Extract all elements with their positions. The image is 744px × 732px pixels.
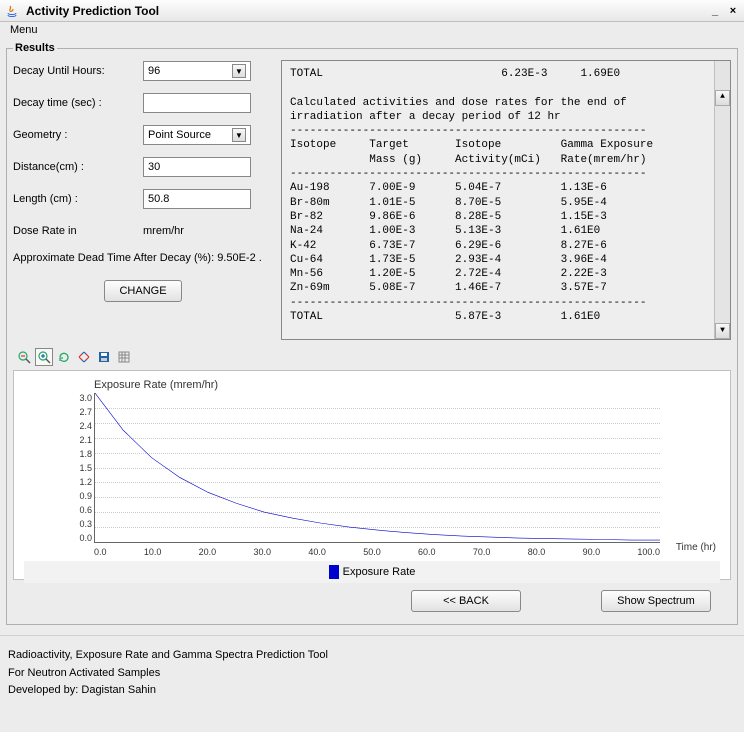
legend-label: Exposure Rate (343, 566, 416, 578)
chevron-down-icon: ▼ (232, 128, 246, 142)
decay-time-label: Decay time (sec) : (13, 97, 143, 109)
x-tick: 70.0 (473, 547, 491, 557)
chart-legend: Exposure Rate (24, 561, 720, 583)
x-tick: 40.0 (308, 547, 326, 557)
y-tick: 3.0 (66, 393, 92, 403)
results-fieldset: Results Decay Until Hours: 96 ▼ Decay ti… (6, 42, 738, 625)
x-tick: 80.0 (528, 547, 546, 557)
row-decay-until: Decay Until Hours: 96 ▼ (13, 60, 273, 82)
output-textarea[interactable]: TOTAL 6.23E-3 1.69E0 Calculated activiti… (281, 60, 731, 340)
output-text: TOTAL 6.23E-3 1.69E0 Calculated activiti… (290, 68, 653, 323)
dead-time-text: Approximate Dead Time After Decay (%): 9… (13, 252, 273, 264)
decay-until-select[interactable]: 96 ▼ (143, 61, 251, 81)
geometry-label: Geometry : (13, 129, 143, 141)
scroll-down-button[interactable]: ▼ (715, 323, 730, 339)
expand-icon[interactable] (75, 348, 93, 366)
x-tick: 90.0 (583, 547, 601, 557)
row-dose-rate: Dose Rate in mrem/hr (13, 220, 273, 242)
chart-area: 3.0 2.7 2.4 2.1 1.8 1.5 1.2 0.9 0.6 0.3 … (94, 393, 660, 543)
window-controls: _ × (708, 4, 740, 18)
y-tick: 0.3 (66, 519, 92, 529)
length-input[interactable] (143, 189, 251, 209)
distance-label: Distance(cm) : (13, 161, 143, 173)
row-length: Length (cm) : (13, 188, 273, 210)
y-tick: 0.6 (66, 505, 92, 515)
zoom-out-icon[interactable] (15, 348, 33, 366)
x-tick: 30.0 (254, 547, 272, 557)
footer-line1: Radioactivity, Exposure Rate and Gamma S… (8, 647, 736, 665)
x-tick: 50.0 (363, 547, 381, 557)
menu-item-menu[interactable]: Menu (6, 22, 42, 38)
y-tick: 2.1 (66, 435, 92, 445)
grid-icon[interactable] (115, 348, 133, 366)
close-button[interactable]: × (726, 4, 740, 18)
row-geometry: Geometry : Point Source ▼ (13, 124, 273, 146)
bottom-buttons: << BACK Show Spectrum (13, 580, 731, 618)
y-tick: 0.9 (66, 491, 92, 501)
decay-time-input[interactable] (143, 93, 251, 113)
decay-until-label: Decay Until Hours: (13, 65, 143, 77)
x-axis-label: Time (hr) (676, 542, 716, 553)
scroll-up-button[interactable]: ▲ (715, 90, 730, 106)
change-row: CHANGE (13, 280, 273, 302)
chart-toolbar (13, 340, 731, 368)
footer: Radioactivity, Exposure Rate and Gamma S… (0, 640, 744, 700)
x-tick: 20.0 (199, 547, 217, 557)
dose-rate-label: Dose Rate in (13, 225, 143, 237)
chevron-down-icon: ▼ (232, 64, 246, 78)
upper-section: Decay Until Hours: 96 ▼ Decay time (sec)… (13, 60, 731, 340)
y-tick: 1.8 (66, 449, 92, 459)
dose-rate-unit: mrem/hr (143, 225, 184, 237)
geometry-value: Point Source (148, 129, 211, 141)
save-icon[interactable] (95, 348, 113, 366)
x-tick: 100.0 (637, 547, 660, 557)
scrollbar[interactable]: ▲ ▼ (714, 61, 730, 339)
x-tick: 60.0 (418, 547, 436, 557)
window-title: Activity Prediction Tool (26, 4, 708, 18)
minimize-button[interactable]: _ (708, 4, 722, 18)
back-button[interactable]: << BACK (411, 590, 521, 612)
refresh-icon[interactable] (55, 348, 73, 366)
footer-line2: For Neutron Activated Samples (8, 665, 736, 683)
length-label: Length (cm) : (13, 193, 143, 205)
geometry-select[interactable]: Point Source ▼ (143, 125, 251, 145)
y-axis: 3.0 2.7 2.4 2.1 1.8 1.5 1.2 0.9 0.6 0.3 … (66, 393, 92, 543)
main-panel: Results Decay Until Hours: 96 ▼ Decay ti… (0, 42, 744, 631)
y-tick: 2.4 (66, 421, 92, 431)
plot-area[interactable] (94, 393, 660, 543)
footer-line3: Developed by: Dagistan Sahin (8, 682, 736, 700)
decay-until-value: 96 (148, 65, 160, 77)
row-decay-time: Decay time (sec) : (13, 92, 273, 114)
chart-container: Exposure Rate (mrem/hr) 3.0 2.7 2.4 2.1 … (13, 370, 731, 580)
y-tick: 0.0 (66, 533, 92, 543)
x-axis: 0.0 10.0 20.0 30.0 40.0 50.0 60.0 70.0 8… (94, 547, 660, 557)
menubar: Menu (0, 22, 744, 42)
y-tick: 1.5 (66, 463, 92, 473)
zoom-in-icon[interactable] (35, 348, 53, 366)
titlebar: Activity Prediction Tool _ × (0, 0, 744, 22)
change-button[interactable]: CHANGE (104, 280, 181, 302)
row-distance: Distance(cm) : (13, 156, 273, 178)
x-tick: 10.0 (144, 547, 162, 557)
chart-title: Exposure Rate (mrem/hr) (94, 379, 720, 391)
form-column: Decay Until Hours: 96 ▼ Decay time (sec)… (13, 60, 273, 302)
y-tick: 2.7 (66, 407, 92, 417)
distance-input[interactable] (143, 157, 251, 177)
java-icon (4, 3, 20, 19)
results-legend: Results (13, 42, 57, 54)
show-spectrum-button[interactable]: Show Spectrum (601, 590, 711, 612)
legend-swatch (329, 565, 339, 579)
x-tick: 0.0 (94, 547, 107, 557)
decay-curve (95, 393, 660, 542)
y-tick: 1.2 (66, 477, 92, 487)
